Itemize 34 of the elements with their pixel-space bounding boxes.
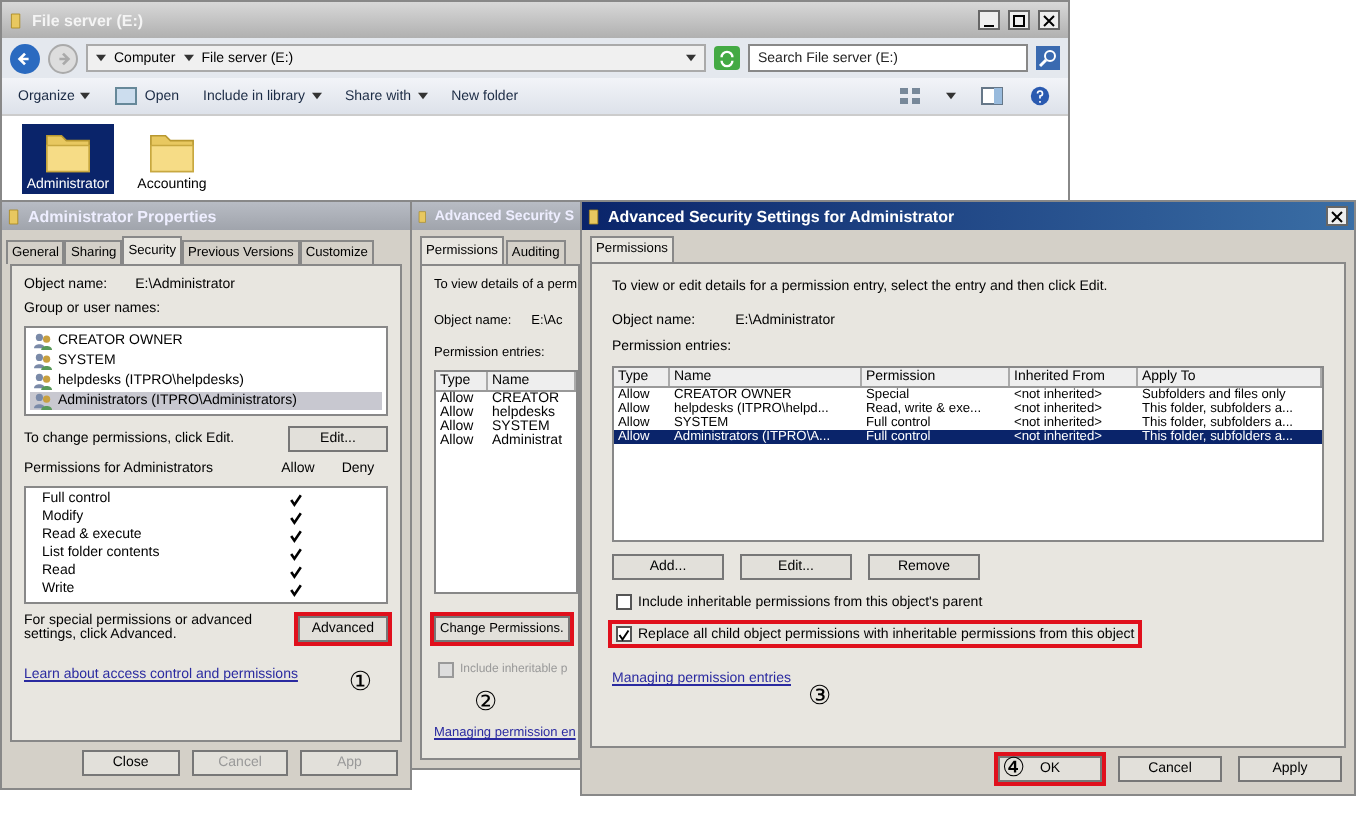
maximize-button[interactable] [1008, 10, 1030, 30]
arrow-left-icon [16, 49, 34, 67]
close-button[interactable] [1326, 206, 1348, 226]
caret-icon [946, 92, 956, 100]
help-icon[interactable] [1028, 86, 1052, 106]
maximize-icon [1012, 13, 1026, 27]
caret-icon [686, 54, 696, 62]
step-number: ① [348, 670, 372, 696]
dialog-title: Administrator Properties [28, 207, 217, 225]
users-icon [32, 392, 54, 410]
check-icon [618, 627, 630, 641]
caret-icon [311, 92, 321, 100]
search-icon[interactable] [1036, 46, 1060, 70]
window-icon [114, 86, 139, 106]
caret-icon [80, 92, 91, 100]
back-button[interactable] [10, 43, 40, 73]
arrow-right-icon [54, 49, 72, 67]
close-icon [1042, 13, 1056, 27]
step-number: ④ [1002, 756, 1026, 782]
users-icon [32, 372, 54, 390]
step-number: ② [474, 690, 498, 716]
step-number: ③ [808, 684, 832, 710]
view-icon[interactable] [898, 86, 922, 106]
close-icon [1330, 209, 1344, 223]
refresh-icon[interactable] [714, 46, 740, 70]
caret-icon [96, 54, 106, 62]
close-button[interactable] [1038, 10, 1060, 30]
minimize-button[interactable] [978, 10, 1000, 30]
caret-icon [417, 92, 428, 100]
caret-icon [183, 54, 194, 62]
users-icon [32, 352, 54, 370]
preview-pane-icon[interactable] [980, 86, 1004, 106]
users-icon [32, 332, 54, 350]
dialog-title: Advanced Security Settings for Administrator [608, 207, 955, 225]
